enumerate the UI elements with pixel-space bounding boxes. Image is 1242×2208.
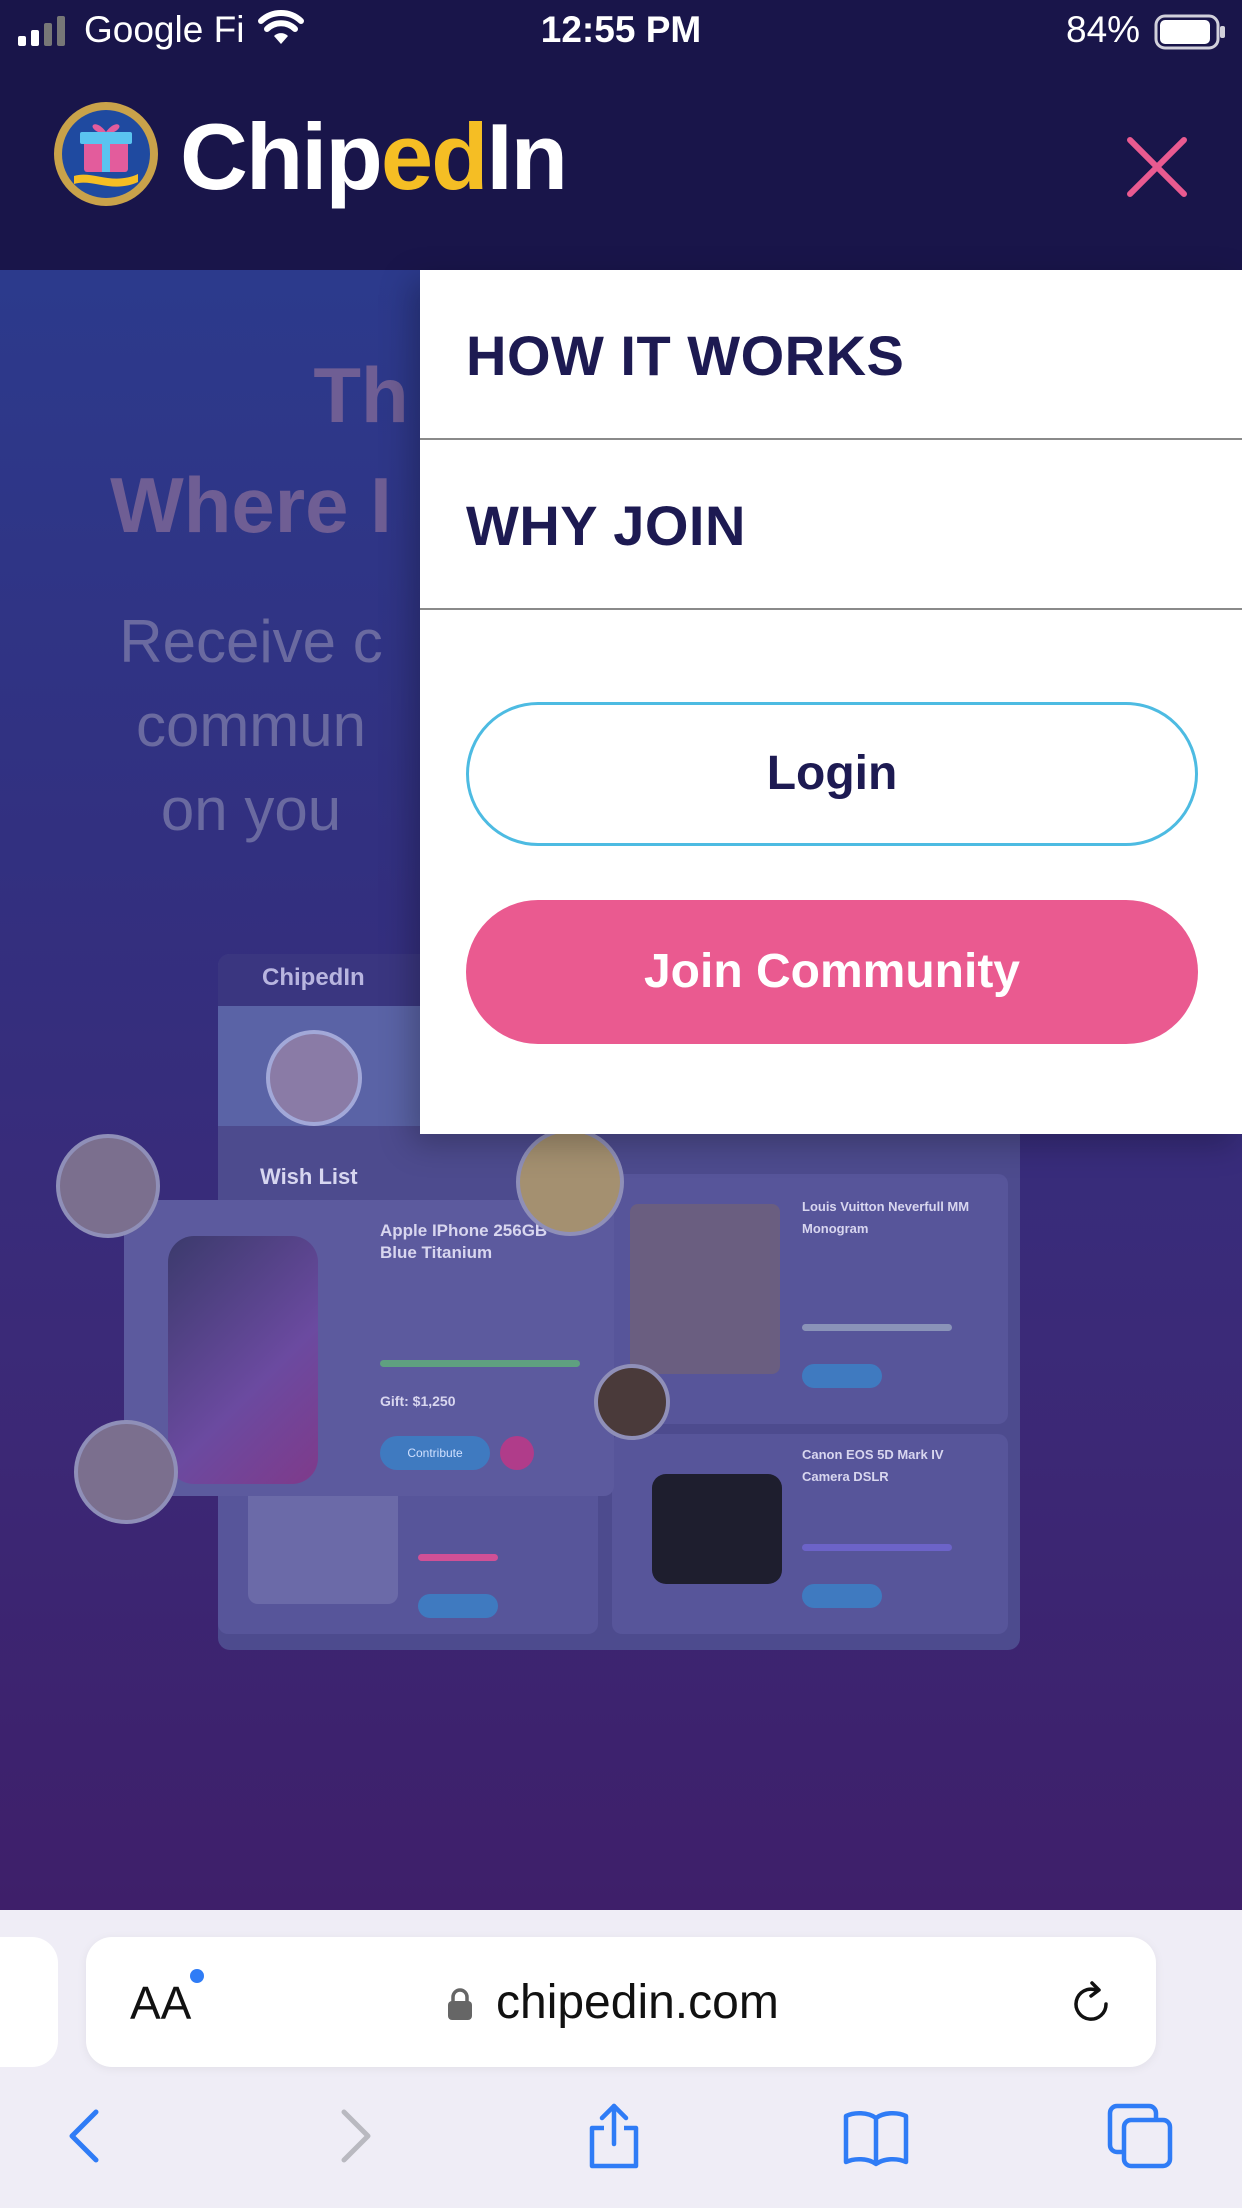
floating-avatar [594,1364,670,1440]
menu-item-label: WHY JOIN [466,494,746,557]
site-header: ChipedIn [0,62,1242,270]
floating-avatar [74,1420,178,1524]
mockup-item-name: Louis Vuitton Neverfull MM Monogram [802,1199,970,1236]
mockup-contribute-pill [418,1594,498,1618]
share-icon[interactable] [578,2100,650,2172]
glasses-image [248,1484,398,1604]
browser-bottom-bar: AA chipedin.com [0,1910,1242,2208]
bookmarks-icon[interactable] [840,2100,912,2172]
reader-settings-button[interactable]: AA [130,1975,191,2031]
floating-avatar [56,1134,160,1238]
progress-bar [380,1360,580,1367]
forward-icon[interactable] [318,2100,390,2172]
mockup-item-name: Canon EOS 5D Mark IV Camera DSLR [802,1447,944,1484]
camera-image [652,1474,782,1584]
mockup-brand: ChipedIn [262,964,365,991]
login-button[interactable]: Login [466,702,1198,846]
url-text[interactable]: chipedin.com [496,1973,779,2033]
brand-wordmark[interactable]: ChipedIn [180,102,569,212]
progress-bar [802,1544,952,1551]
brand-part-chip: Chip [180,104,383,209]
join-community-button[interactable]: Join Community [466,900,1198,1044]
mockup-bag-card: Louis Vuitton Neverfull MM Monogram [612,1174,1008,1424]
mockup-contribute-button: Contribute [380,1436,490,1470]
progress-bar [802,1324,952,1331]
clock: 12:55 PM [540,9,702,50]
menu-item-how-it-works[interactable]: HOW IT WORKS [420,270,1242,440]
close-icon[interactable] [1120,130,1194,204]
menu-item-why-join[interactable]: WHY JOIN [420,440,1242,610]
reload-icon[interactable] [1066,1979,1116,2029]
menu-item-label: HOW IT WORKS [466,324,905,387]
mockup-share-icon [500,1436,534,1470]
mockup-contribute-pill [802,1584,882,1608]
mockup-iphone-card: Apple IPhone 256GB Blue Titanium Gift: $… [124,1200,614,1496]
battery-percent: 84% [1066,9,1141,50]
nav-dropdown-menu: HOW IT WORKS WHY JOIN Login Join Communi… [420,270,1242,1134]
mockup-profile-avatar [266,1030,362,1126]
bag-image [630,1204,780,1374]
back-icon[interactable] [50,2100,122,2172]
previous-tab-preview[interactable] [0,1937,58,2067]
battery-icon [1154,14,1225,50]
reader-badge-dot [190,1969,204,1983]
gift-logo-icon[interactable] [52,100,160,208]
mockup-wish-list-title: Wish List [260,1164,358,1189]
floating-avatar [516,1128,624,1236]
address-bar[interactable]: AA chipedin.com [86,1937,1156,2067]
progress-bar [418,1554,498,1561]
brand-part-in: In [486,104,569,209]
mockup-camera-card: Canon EOS 5D Mark IV Camera DSLR [612,1434,1008,1634]
status-bar: Google Fi 12:55 PM 84% [0,0,1242,62]
iphone-image [168,1236,318,1484]
tabs-icon[interactable] [1104,2100,1176,2172]
brand-part-ed: ed [380,104,489,209]
mockup-thank-you-pill [802,1364,882,1388]
mockup-gift-amount: Gift: $1,250 [380,1393,456,1409]
lock-icon [448,1988,472,2020]
